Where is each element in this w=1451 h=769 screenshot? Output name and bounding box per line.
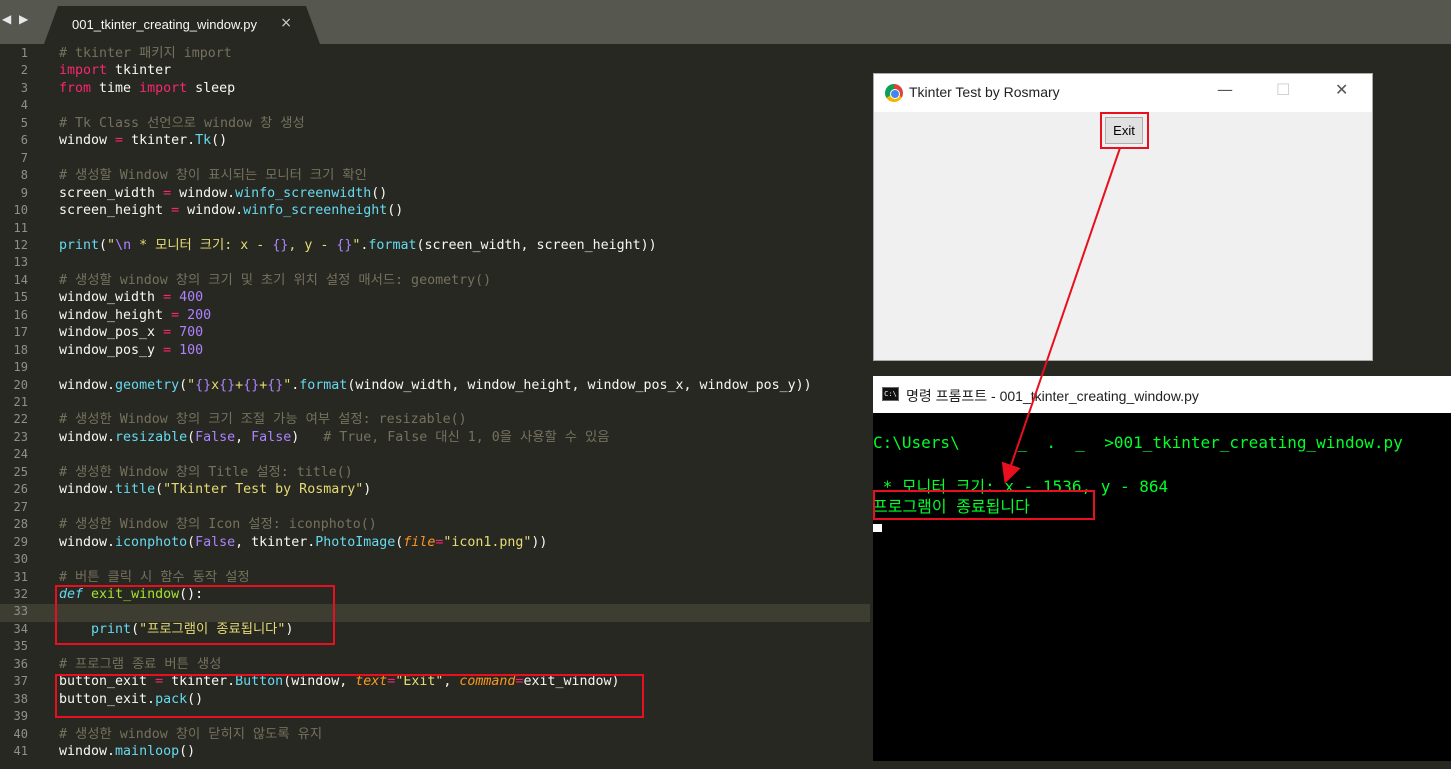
annotation-arrow [1001,147,1121,484]
arrow-line [1001,147,1121,484]
